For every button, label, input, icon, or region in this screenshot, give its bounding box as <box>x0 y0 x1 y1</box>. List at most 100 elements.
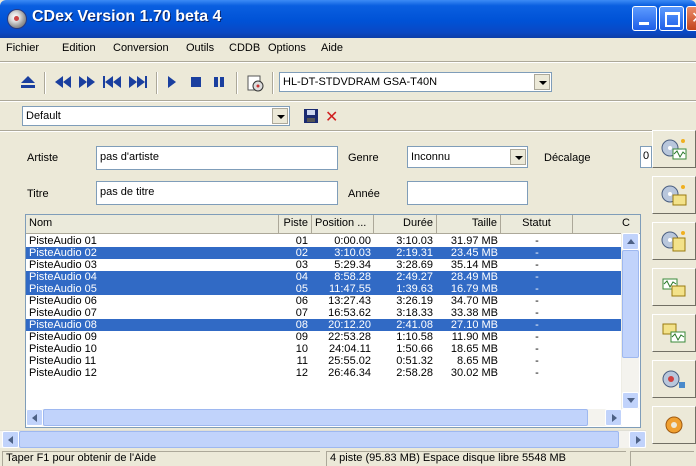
scroll-thumb[interactable] <box>622 250 639 358</box>
vertical-scrollbar[interactable] <box>621 233 639 409</box>
table-row[interactable]: PisteAudio 07 07 16:53.62 3:18.33 33.38 MB - <box>26 307 622 319</box>
cell-duration: 2:58.28 <box>396 367 433 379</box>
next-track-button[interactable] <box>128 74 148 90</box>
minimize-button[interactable] <box>632 6 657 31</box>
column-position[interactable]: Position ... <box>312 215 374 233</box>
cell-position: 24:04.11 <box>328 343 371 355</box>
cell-status: - <box>535 367 539 379</box>
wav-to-mp3-icon <box>662 278 686 297</box>
close-button[interactable]: ✕ <box>686 6 696 31</box>
cell-status: - <box>535 283 539 295</box>
settings-button[interactable] <box>652 406 696 444</box>
cd-info-icon <box>247 75 264 92</box>
column-c[interactable]: C <box>573 215 633 233</box>
rewind-button[interactable] <box>54 74 72 90</box>
maximize-button[interactable] <box>659 6 684 31</box>
eject-button[interactable] <box>20 74 36 90</box>
chevron-down-icon[interactable] <box>534 74 550 90</box>
title-bar[interactable]: CDex Version 1.70 beta 4 ✕ <box>0 0 696 38</box>
menu-options[interactable]: Options <box>268 42 306 54</box>
table-row[interactable]: PisteAudio 12 12 26:46.34 2:58.28 30.02 MB - <box>26 367 622 379</box>
table-row[interactable]: PisteAudio 08 08 20:12.20 2:41.08 27.10 MB - <box>26 319 622 331</box>
menu-outils[interactable]: Outils <box>186 42 214 54</box>
table-row[interactable]: PisteAudio 11 11 25:55.02 0:51.32 8.65 MB - <box>26 355 622 367</box>
scroll-down-button[interactable] <box>622 392 639 409</box>
table-row[interactable]: PisteAudio 09 09 22:53.28 1:10.58 11.90 MB - <box>26 331 622 343</box>
menu-edition[interactable]: Edition <box>62 42 96 54</box>
column-duration[interactable]: Durée <box>374 215 437 233</box>
cd-to-mp3-icon <box>661 185 687 206</box>
scroll-right-button[interactable] <box>605 409 622 426</box>
column-size[interactable]: Taille <box>437 215 501 233</box>
offset-field[interactable]: 0 <box>640 146 652 168</box>
track-list[interactable]: Nom Piste Position ... Durée Taille Stat… <box>25 214 641 428</box>
year-field[interactable] <box>407 181 528 205</box>
cell-size: 33.38 MB <box>450 307 498 319</box>
cell-name: PisteAudio 07 <box>29 307 97 319</box>
window-scroll-left-button[interactable] <box>2 431 19 448</box>
cd-info-button[interactable] <box>246 74 264 92</box>
drive-select-value: HL-DT-STDVDRAM GSA-T40N <box>283 76 438 88</box>
artist-field[interactable]: pas d'artiste <box>96 146 338 170</box>
menu-cddb[interactable]: CDDB <box>229 42 260 54</box>
pause-icon <box>214 77 224 87</box>
save-profile-button[interactable] <box>303 108 319 124</box>
cell-size: 8.65 MB <box>457 355 498 367</box>
table-row[interactable]: PisteAudio 01 01 0:00.00 3:10.03 31.97 MB - <box>26 235 622 247</box>
profile-select-value: Default <box>26 110 61 122</box>
cell-duration: 1:50.66 <box>396 343 433 355</box>
menu-fichier[interactable]: Fichier <box>6 42 39 54</box>
column-status[interactable]: Statut <box>501 215 573 233</box>
offset-value: 0 <box>643 150 650 162</box>
cell-position: 20:12.20 <box>328 319 371 331</box>
drive-select[interactable]: HL-DT-STDVDRAM GSA-T40N <box>279 72 552 92</box>
genre-select[interactable]: Inconnu <box>407 146 528 168</box>
window-horizontal-scrollbar[interactable] <box>0 430 646 448</box>
play-button[interactable] <box>166 74 178 90</box>
chevron-down-icon[interactable] <box>510 149 526 165</box>
column-name[interactable]: Nom <box>26 215 279 233</box>
mp3-to-wav-button[interactable] <box>652 314 696 352</box>
list-horizontal-scrollbar[interactable] <box>26 409 622 426</box>
menu-aide[interactable]: Aide <box>321 42 343 54</box>
table-row[interactable]: PisteAudio 04 04 8:58.28 2:49.27 28.49 MB - <box>26 271 622 283</box>
profile-select[interactable]: Default <box>22 106 290 126</box>
scroll-up-button[interactable] <box>622 233 639 250</box>
window-scroll-right-button[interactable] <box>629 431 646 448</box>
minimize-icon <box>639 22 649 25</box>
column-track[interactable]: Piste <box>279 215 312 233</box>
previous-track-button[interactable] <box>102 74 122 90</box>
cd-to-compressed-button[interactable] <box>652 222 696 260</box>
cell-position: 0:00.00 <box>334 235 371 247</box>
chevron-down-icon[interactable] <box>272 108 288 124</box>
wav-to-mp3-button[interactable] <box>652 268 696 306</box>
window-scroll-thumb[interactable] <box>19 431 619 448</box>
table-row[interactable]: PisteAudio 10 10 24:04.11 1:50.66 18.65 MB - <box>26 343 622 355</box>
scroll-left-button[interactable] <box>26 409 43 426</box>
cell-size: 18.65 MB <box>450 343 498 355</box>
app-icon[interactable] <box>7 9 27 29</box>
cell-size: 31.97 MB <box>450 235 498 247</box>
cell-position: 3:10.03 <box>334 247 371 259</box>
pause-button[interactable] <box>213 74 225 90</box>
cd-to-wav-button[interactable] <box>652 130 696 168</box>
table-row[interactable]: PisteAudio 03 03 5:29.34 3:28.69 35.14 MB - <box>26 259 622 271</box>
cell-position: 5:29.34 <box>334 259 371 271</box>
table-row[interactable]: PisteAudio 02 02 3:10.03 2:19.31 23.45 MB - <box>26 247 622 259</box>
scroll-thumb-horizontal[interactable] <box>43 409 588 426</box>
transport-toolbar: HL-DT-STDVDRAM GSA-T40N <box>0 64 696 100</box>
cell-duration: 2:41.08 <box>396 319 433 331</box>
fast-forward-button[interactable] <box>78 74 96 90</box>
cd-player-button[interactable] <box>652 360 696 398</box>
cell-name: PisteAudio 05 <box>29 283 97 295</box>
delete-profile-button[interactable]: ✕ <box>325 107 338 127</box>
cell-status: - <box>535 271 539 283</box>
cd-to-mp3-button[interactable] <box>652 176 696 214</box>
cell-name: PisteAudio 02 <box>29 247 97 259</box>
table-row[interactable]: PisteAudio 06 06 13:27.43 3:26.19 34.70 MB - <box>26 295 622 307</box>
cell-track: 07 <box>295 307 308 319</box>
title-field[interactable]: pas de titre <box>96 181 338 205</box>
table-row[interactable]: PisteAudio 05 05 11:47.55 1:39.63 16.79 MB - <box>26 283 622 295</box>
stop-button[interactable] <box>190 74 202 90</box>
menu-conversion[interactable]: Conversion <box>113 42 169 54</box>
